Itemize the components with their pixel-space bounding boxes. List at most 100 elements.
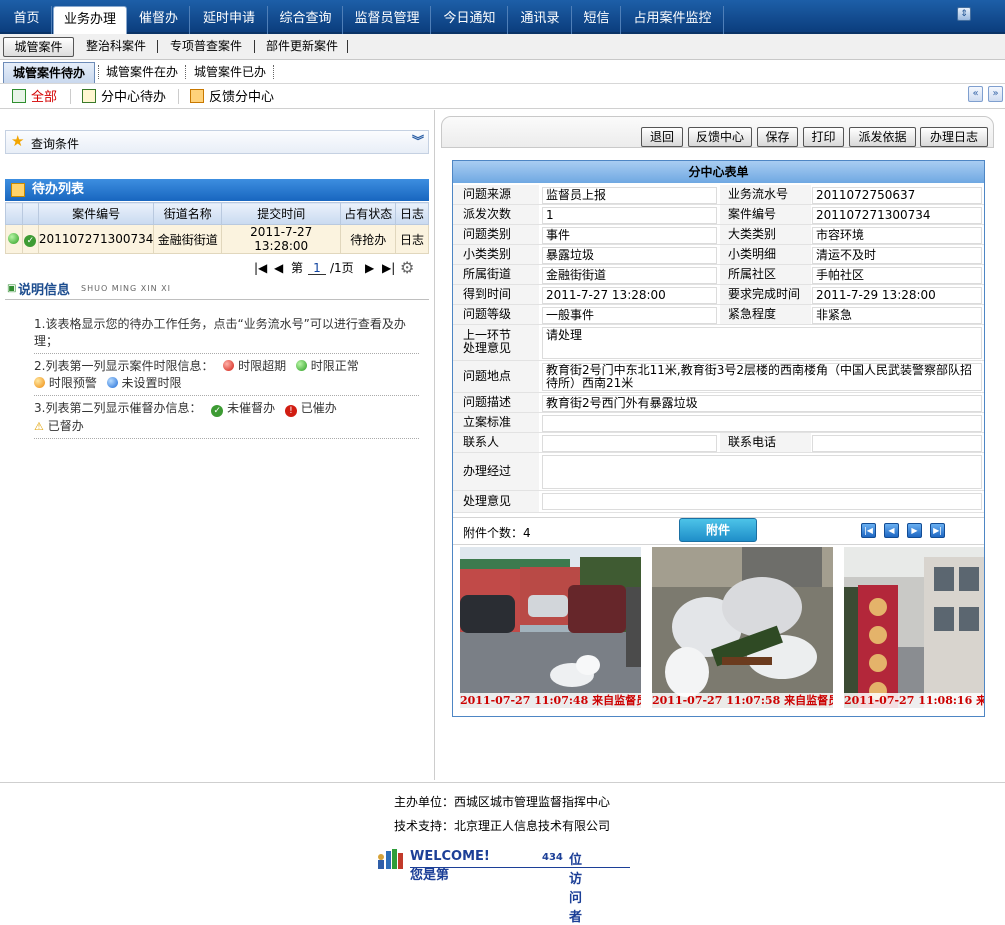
first-page-icon[interactable]: |◀ bbox=[254, 258, 267, 278]
legend-info: 1.该表格显示您的待办工作任务，点击“业务流水号”可以进行查看及办理； 2.列表… bbox=[34, 312, 419, 439]
level-field[interactable]: 一般事件 bbox=[542, 307, 717, 324]
page-input[interactable]: 1 bbox=[308, 261, 326, 275]
location-field[interactable]: 教育街2号门中东北11米,教育街3号2层楼的西南楼角（中国人民武装警察部队招待所… bbox=[542, 363, 982, 391]
phone-field[interactable] bbox=[812, 435, 982, 452]
todo-header: 待办列表 bbox=[5, 179, 429, 201]
street-field[interactable]: 金融街街道 bbox=[542, 267, 717, 284]
dispatch-field[interactable]: 1 bbox=[542, 207, 717, 224]
attachment-photo-3[interactable]: 2011-07-27 11:08:16 来 bbox=[844, 547, 984, 708]
collapse-icon[interactable]: ⇕ bbox=[957, 7, 971, 21]
not-urged-icon: ✓ bbox=[211, 405, 224, 417]
tab-business[interactable]: 业务办理 bbox=[53, 6, 127, 34]
action-bar: 退回 反馈中心 保存 打印 派发依据 办理日志 bbox=[441, 116, 994, 148]
type-field[interactable]: 事件 bbox=[542, 227, 717, 244]
community-label: 所属社区 bbox=[720, 265, 811, 284]
first-icon[interactable]: |◀ bbox=[861, 523, 876, 538]
due-time-field[interactable]: 2011-7-29 13:28:00 bbox=[812, 287, 982, 304]
status-cell[interactable]: 待抢办 bbox=[340, 224, 397, 254]
opinion-field[interactable] bbox=[542, 493, 982, 510]
support-text: 技术支持：北京理正人信息技术有限公司 bbox=[394, 819, 611, 833]
minor-field[interactable]: 暴露垃圾 bbox=[542, 247, 717, 264]
save-button[interactable]: 保存 bbox=[757, 127, 798, 147]
divider bbox=[185, 65, 186, 79]
dispatch-basis-button[interactable]: 派发依据 bbox=[849, 127, 916, 147]
case-field[interactable]: 201107271300734 bbox=[812, 207, 982, 224]
query-conditions[interactable]: ★ 查询条件 ︾ bbox=[5, 130, 429, 154]
divider bbox=[347, 40, 348, 53]
settings-icon[interactable]: ⚙ bbox=[400, 258, 414, 278]
tab-monitor[interactable]: 占用案件监控 bbox=[622, 6, 724, 34]
next-icon[interactable]: ▶ bbox=[907, 523, 922, 538]
legend-item-1: 1.该表格显示您的待办工作任务，点击“业务流水号”可以进行查看及办理； bbox=[34, 312, 419, 354]
return-button[interactable]: 退回 bbox=[641, 127, 683, 147]
col-status[interactable]: 占有状态 bbox=[340, 202, 397, 225]
tab-contacts[interactable]: 通讯录 bbox=[509, 6, 572, 34]
got-time-field[interactable]: 2011-7-27 13:28:00 bbox=[542, 287, 717, 304]
tab-query[interactable]: 综合查询 bbox=[269, 6, 343, 34]
tab-urge[interactable]: 催督办 bbox=[128, 6, 190, 34]
log-link[interactable]: 日志 bbox=[395, 224, 429, 254]
sub-nav-city-cases[interactable]: 城管案件 bbox=[3, 37, 74, 57]
col-street[interactable]: 街道名称 bbox=[153, 202, 222, 225]
tab-done[interactable]: 城管案件已办 bbox=[194, 62, 266, 83]
sub-nav-special[interactable]: 专项普查案件 bbox=[170, 37, 242, 57]
filter-center-pending[interactable]: 分中心待办 bbox=[82, 89, 166, 106]
standard-field[interactable] bbox=[542, 415, 982, 432]
contact-field[interactable] bbox=[542, 435, 717, 452]
center-form: 分中心表单 问题来源 监督员上报 业务流水号 2011072750637 派发次… bbox=[452, 160, 985, 717]
street-photo-image bbox=[460, 547, 641, 708]
tab-supervisor[interactable]: 监督员管理 bbox=[344, 6, 431, 34]
scroll-right-icon[interactable]: » bbox=[988, 86, 1003, 102]
tab-home[interactable]: 首页 bbox=[2, 6, 52, 34]
table-header-row: 案件编号 街道名称 提交时间 占有状态 日志 bbox=[5, 202, 429, 225]
major-field[interactable]: 市容环境 bbox=[812, 227, 982, 244]
detail-label: 小类明细 bbox=[720, 245, 811, 264]
col-time[interactable]: 提交时间 bbox=[220, 202, 342, 225]
attachment-count: 附件个数：4 bbox=[463, 526, 531, 540]
prev-opinion-field[interactable]: 请处理 bbox=[542, 327, 982, 359]
tab-notice[interactable]: 今日通知 bbox=[432, 6, 508, 34]
tab-sms[interactable]: 短信 bbox=[573, 6, 621, 34]
last-icon[interactable]: ▶| bbox=[930, 523, 945, 538]
process-log-button[interactable]: 办理日志 bbox=[920, 127, 988, 147]
expand-icon[interactable]: ︾ bbox=[412, 132, 424, 150]
tab-delay[interactable]: 延时申请 bbox=[191, 6, 268, 34]
filter-feedback[interactable]: 反馈分中心 bbox=[190, 89, 274, 106]
tab-in-progress[interactable]: 城管案件在办 bbox=[106, 62, 178, 83]
print-button[interactable]: 打印 bbox=[803, 127, 844, 147]
attachment-photo-2[interactable]: 2011-07-27 11:07:58 来自监督员 bbox=[652, 547, 833, 708]
serial-field[interactable]: 2011072750637 bbox=[812, 187, 982, 204]
attachment-photo-1[interactable]: 2011-07-27 11:07:48 来自监督员 bbox=[460, 547, 641, 708]
case-no-cell[interactable]: 201107271300734 bbox=[37, 224, 155, 254]
tab-pending[interactable]: 城管案件待办 bbox=[3, 62, 95, 83]
level-label: 问题等级 bbox=[453, 305, 539, 324]
prev-icon[interactable]: ◀ bbox=[884, 523, 899, 538]
scroll-left-icon[interactable]: « bbox=[968, 86, 983, 102]
filter-all[interactable]: 全部 bbox=[12, 89, 57, 106]
form-row: 得到时间 2011-7-27 13:28:00 要求完成时间 2011-7-29… bbox=[453, 285, 984, 305]
sub-nav-rectify[interactable]: 整治科案件 bbox=[86, 37, 146, 57]
last-page-icon[interactable]: ▶| bbox=[382, 258, 395, 278]
process-field[interactable] bbox=[542, 455, 982, 489]
col-limit bbox=[5, 202, 23, 225]
col-case-no[interactable]: 案件编号 bbox=[37, 202, 155, 225]
table-row[interactable]: ✓ 201107271300734 金融街街道 2011-7-27 13:28:… bbox=[5, 224, 429, 254]
pager-suffix: /1页 bbox=[330, 261, 354, 275]
community-field[interactable]: 手帕社区 bbox=[812, 267, 982, 284]
prev-page-icon[interactable]: ◀ bbox=[274, 258, 283, 278]
form-row: 所属街道 金融街街道 所属社区 手帕社区 bbox=[453, 265, 984, 285]
process-label: 办理经过 bbox=[453, 453, 539, 490]
feedback-center-button[interactable]: 反馈中心 bbox=[688, 127, 752, 147]
source-label: 问题来源 bbox=[453, 185, 539, 204]
source-field[interactable]: 监督员上报 bbox=[542, 187, 717, 204]
urgency-field[interactable]: 非紧急 bbox=[812, 307, 982, 324]
next-page-icon[interactable]: ▶ bbox=[365, 258, 374, 278]
detail-field[interactable]: 清运不及时 bbox=[812, 247, 982, 264]
attachment-tab[interactable]: 附件 bbox=[679, 518, 757, 542]
edit-icon bbox=[82, 89, 96, 103]
opinion-label: 处理意见 bbox=[453, 491, 539, 512]
visitor-count: 434 bbox=[542, 852, 563, 863]
sub-nav-parts[interactable]: 部件更新案件 bbox=[266, 37, 338, 57]
desc-field[interactable]: 教育街2号西门外有暴露垃圾 bbox=[542, 395, 982, 412]
col-urge bbox=[21, 202, 39, 225]
